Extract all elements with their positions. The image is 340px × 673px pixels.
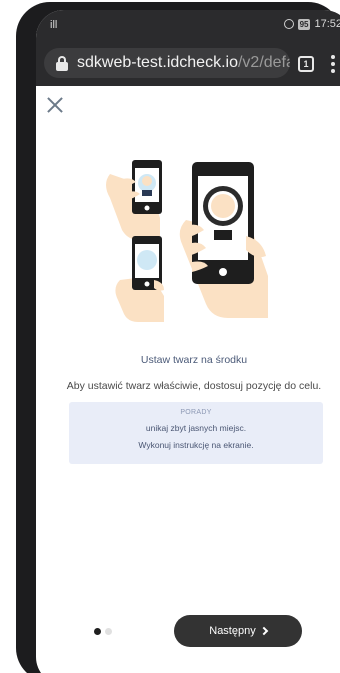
url-path: /v2/default [237,54,290,71]
status-right: 95 17:52 [283,18,340,30]
tips-header: PORADY [180,409,212,416]
large-phone-illustration [179,162,268,318]
phone-frame: ill 95 17:52 sdkweb-test.idcheck.io/v2/d… [16,2,340,673]
signal-indicator: ill [50,19,58,31]
clock: 17:52 [314,18,340,30]
address-bar[interactable]: sdkweb-test.idcheck.io/v2/default [44,48,290,78]
url-host: sdkweb-test.idcheck.io [77,54,238,71]
face-position-illustration [106,160,268,322]
status-bar: ill 95 17:52 [36,10,340,40]
lock-icon [54,55,70,71]
phone-screen: ill 95 17:52 sdkweb-test.idcheck.io/v2/d… [36,10,340,673]
tip-line: unikaj zbyt jasnych miejsc. [145,423,247,433]
instruction-title: Ustaw twarz na środku [140,354,248,366]
next-button-label: Następny [209,625,256,637]
small-phone-top-illustration [106,160,162,240]
small-phone-bottom-illustration [115,236,164,322]
tip-line: Wykonuj instrukcję na ekranie. [138,440,254,450]
tips-box: PORADY unikaj zbyt jasnych miejsc. Wykon… [69,402,323,464]
close-button[interactable] [44,94,66,116]
pager-dot-active [94,628,101,635]
pager-dots [94,628,112,635]
alarm-icon [283,19,294,29]
pager-dot [105,628,112,635]
tab-switcher-button[interactable]: 1 [298,56,314,72]
battery-icon: 95 [297,18,311,30]
browser-toolbar: sdkweb-test.idcheck.io/v2/default 1 [36,40,340,86]
more-menu-button[interactable] [330,55,336,73]
chevron-right-icon [259,626,268,636]
instruction-subtitle: Aby ustawić twarz właściwie, dostosuj po… [66,380,322,392]
next-button[interactable]: Następny [174,615,302,647]
